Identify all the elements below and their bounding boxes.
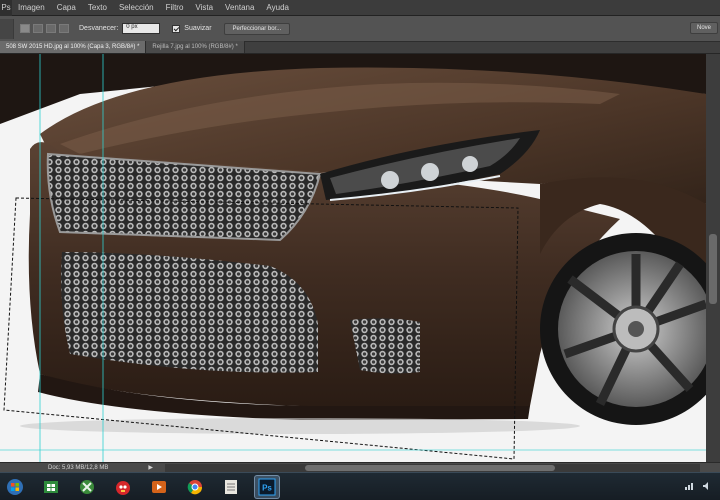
volume-icon[interactable] [702, 481, 712, 491]
chrome-icon[interactable] [182, 475, 208, 499]
feather-label: Desvanecer: [79, 25, 119, 32]
app-corner-icon[interactable]: Ps [0, 0, 12, 16]
xbox-icon[interactable] [74, 475, 100, 499]
document-tabs: 508 SW 2015 HD.jpg al 100% (Capa 3, RGB/… [0, 41, 720, 54]
menu-ayuda[interactable]: Ayuda [260, 3, 295, 12]
horizontal-scrollbar[interactable] [165, 464, 700, 472]
notepad-icon[interactable] [218, 475, 244, 499]
antialias-label: Suavizar [184, 25, 212, 32]
windows-taskbar: Ps [0, 472, 720, 500]
new-selection-icon[interactable] [20, 24, 30, 33]
media-player-icon[interactable] [146, 475, 172, 499]
intersect-selection-icon[interactable] [59, 24, 69, 33]
menu-ventana[interactable]: Ventana [219, 3, 260, 12]
add-selection-icon[interactable] [33, 24, 43, 33]
subtract-selection-icon[interactable] [46, 24, 56, 33]
doc-size-status: Doc: 5,93 MB/12,8 MB [48, 464, 109, 471]
status-menu-arrow-icon[interactable]: ▶ [148, 464, 153, 471]
tab-document-2[interactable]: Rejilla 7.jpg al 100% (RGB/8#) * [146, 41, 245, 53]
menu-imagen[interactable]: Imagen [12, 3, 51, 12]
menu-bar: Ps Imagen Capa Texto Selección Filtro Vi… [0, 0, 720, 16]
tool-preset-picker[interactable] [0, 18, 14, 39]
antialias-checkbox[interactable] [172, 24, 181, 33]
horizontal-scroll-thumb[interactable] [305, 465, 555, 471]
menu-texto[interactable]: Texto [82, 3, 113, 12]
svg-text:Ps: Ps [262, 483, 272, 492]
menu-seleccion[interactable]: Selección [113, 3, 160, 12]
photoshop-icon[interactable]: Ps [254, 474, 280, 499]
image-canvas[interactable] [0, 54, 706, 462]
car-image [0, 54, 706, 462]
selection-mode-group [20, 24, 69, 33]
menu-vista[interactable]: Vista [189, 3, 219, 12]
system-tray [684, 481, 712, 491]
network-icon[interactable] [684, 481, 694, 491]
refine-edge-button[interactable]: Perfeccionar bor... [223, 22, 291, 35]
angry-birds-icon[interactable] [110, 475, 136, 499]
menu-filtro[interactable]: Filtro [160, 3, 190, 12]
status-bar: Doc: 5,93 MB/12,8 MB ▶ [0, 462, 720, 472]
start-orb-icon[interactable] [2, 475, 28, 499]
tab-document-1[interactable]: 508 SW 2015 HD.jpg al 100% (Capa 3, RGB/… [0, 41, 147, 53]
vertical-scroll-thumb[interactable] [709, 234, 717, 304]
windows-store-icon[interactable] [38, 475, 64, 499]
feather-input[interactable]: 0 px [122, 23, 161, 34]
workspace-button[interactable]: Nove [689, 22, 718, 34]
menu-capa[interactable]: Capa [51, 3, 82, 12]
options-bar: Desvanecer: 0 px Suavizar Perfeccionar b… [0, 16, 720, 42]
vertical-scrollbar[interactable] [706, 54, 720, 462]
